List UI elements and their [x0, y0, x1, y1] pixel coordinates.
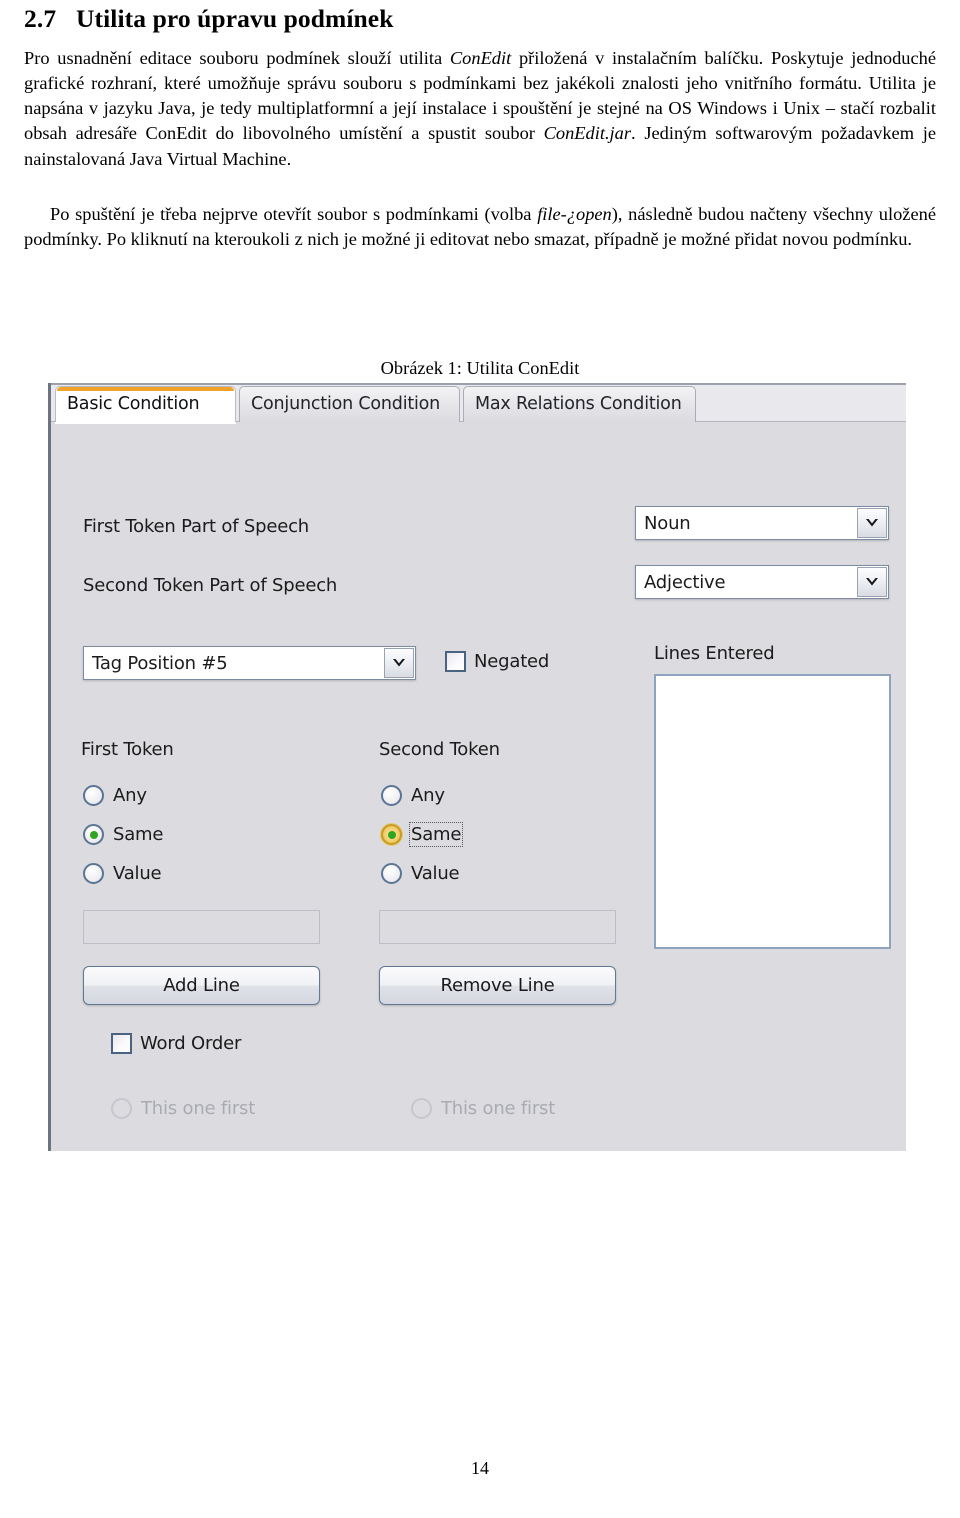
- page-title: 2.7 Utilita pro úpravu podmínek: [24, 4, 936, 35]
- tab-max-relations-condition-label: Max Relations Condition: [475, 394, 682, 414]
- first-token-radio-value[interactable]: Value: [83, 863, 162, 884]
- emphasis-conedit: ConEdit: [449, 47, 512, 68]
- radio-button-selected-focused-icon[interactable]: [381, 824, 402, 845]
- remove-line-button-label: Remove Line: [440, 975, 555, 996]
- tag-position-value: Tag Position #5: [92, 652, 228, 674]
- first-token-group-label: First Token: [81, 739, 174, 760]
- lines-entered-label: Lines Entered: [654, 643, 775, 664]
- emphasis-file-open: file-¿open: [537, 204, 612, 225]
- second-token-radio-any[interactable]: Any: [381, 785, 445, 806]
- second-token-pos-label: Second Token Part of Speech: [83, 575, 338, 596]
- checkbox-box-icon[interactable]: [111, 1033, 132, 1054]
- remove-line-button[interactable]: Remove Line: [379, 966, 616, 1005]
- first-token-pos-value: Noun: [644, 512, 691, 534]
- second-token-pos-combobox[interactable]: Adjective: [635, 565, 889, 599]
- word-order-radio-second-label: This one first: [441, 1098, 556, 1119]
- section-heading-text: Utilita pro úpravu podmínek: [76, 4, 394, 33]
- paragraph-2-part-a: Po spuštění je třeba nejprve otevřít sou…: [50, 204, 538, 225]
- first-token-value-input[interactable]: [83, 910, 320, 944]
- radio-button-icon[interactable]: [381, 785, 402, 806]
- second-token-radio-any-label: Any: [411, 785, 445, 806]
- second-token-group-label: Second Token: [379, 739, 500, 760]
- first-token-pos-label: First Token Part of Speech: [83, 516, 309, 537]
- tab-basic-condition-label: Basic Condition: [67, 394, 200, 414]
- figure-caption: Obrázek 1: Utilita ConEdit: [380, 358, 580, 378]
- first-token-radio-any-label: Any: [113, 785, 147, 806]
- chevron-down-icon[interactable]: [857, 567, 887, 597]
- word-order-radio-first-label: This one first: [141, 1098, 256, 1119]
- paragraph-usage: Po spuštění je třeba nejprve otevřít sou…: [24, 202, 936, 253]
- first-token-radio-same-label: Same: [113, 824, 164, 845]
- first-token-radio-any[interactable]: Any: [83, 785, 147, 806]
- add-line-button-label: Add Line: [163, 975, 240, 996]
- tab-conjunction-condition-label: Conjunction Condition: [251, 394, 441, 414]
- conedit-application-screenshot: Basic Condition Conjunction Condition Ma…: [48, 383, 906, 1151]
- negated-checkbox[interactable]: Negated: [445, 651, 549, 672]
- radio-button-selected-icon[interactable]: [83, 824, 104, 845]
- chevron-down-icon[interactable]: [857, 508, 887, 538]
- lines-entered-listbox[interactable]: [654, 674, 891, 949]
- document-text-column: 2.7 Utilita pro úpravu podmínek Pro usnad…: [24, 0, 936, 378]
- first-token-radio-value-label: Value: [113, 863, 162, 884]
- tab-strip: Basic Condition Conjunction Condition Ma…: [51, 383, 906, 422]
- chevron-down-icon[interactable]: [384, 648, 414, 678]
- second-token-radio-value[interactable]: Value: [381, 863, 460, 884]
- page-number: 14: [471, 1458, 489, 1478]
- tag-position-combobox[interactable]: Tag Position #5: [83, 646, 416, 680]
- second-token-radio-value-label: Value: [411, 863, 460, 884]
- basic-condition-panel: First Token Part of Speech Noun Second T…: [51, 422, 906, 1151]
- radio-button-icon[interactable]: [381, 863, 402, 884]
- first-token-radio-same[interactable]: Same: [83, 824, 163, 845]
- radio-button-icon[interactable]: [83, 863, 104, 884]
- paragraph-1-part-a: Pro usnadnění editace souboru podmínek s…: [24, 47, 450, 68]
- second-token-pos-value: Adjective: [644, 571, 726, 593]
- second-token-radio-same[interactable]: Same: [381, 822, 464, 847]
- word-order-radio-second: This one first: [411, 1098, 555, 1119]
- paragraph-intro: Pro usnadnění editace souboru podmínek s…: [24, 46, 936, 172]
- second-token-radio-same-label: Same: [408, 822, 464, 847]
- add-line-button[interactable]: Add Line: [83, 966, 320, 1005]
- word-order-checkbox[interactable]: Word Order: [111, 1033, 241, 1054]
- first-token-pos-combobox[interactable]: Noun: [635, 506, 889, 540]
- emphasis-conedit-jar: ConEdit.jar: [543, 123, 632, 144]
- negated-checkbox-label: Negated: [474, 651, 550, 672]
- tab-conjunction-condition[interactable]: Conjunction Condition: [239, 386, 460, 422]
- word-order-radio-first: This one first: [111, 1098, 255, 1119]
- word-order-checkbox-label: Word Order: [140, 1033, 242, 1054]
- radio-button-disabled-icon: [111, 1098, 132, 1119]
- radio-button-disabled-icon: [411, 1098, 432, 1119]
- second-token-value-input[interactable]: [379, 910, 616, 944]
- checkbox-box-icon[interactable]: [445, 651, 466, 672]
- radio-button-icon[interactable]: [83, 785, 104, 806]
- tab-max-relations-condition[interactable]: Max Relations Condition: [463, 386, 696, 422]
- tab-basic-condition[interactable]: Basic Condition: [55, 386, 236, 422]
- section-number: 2.7: [24, 4, 57, 33]
